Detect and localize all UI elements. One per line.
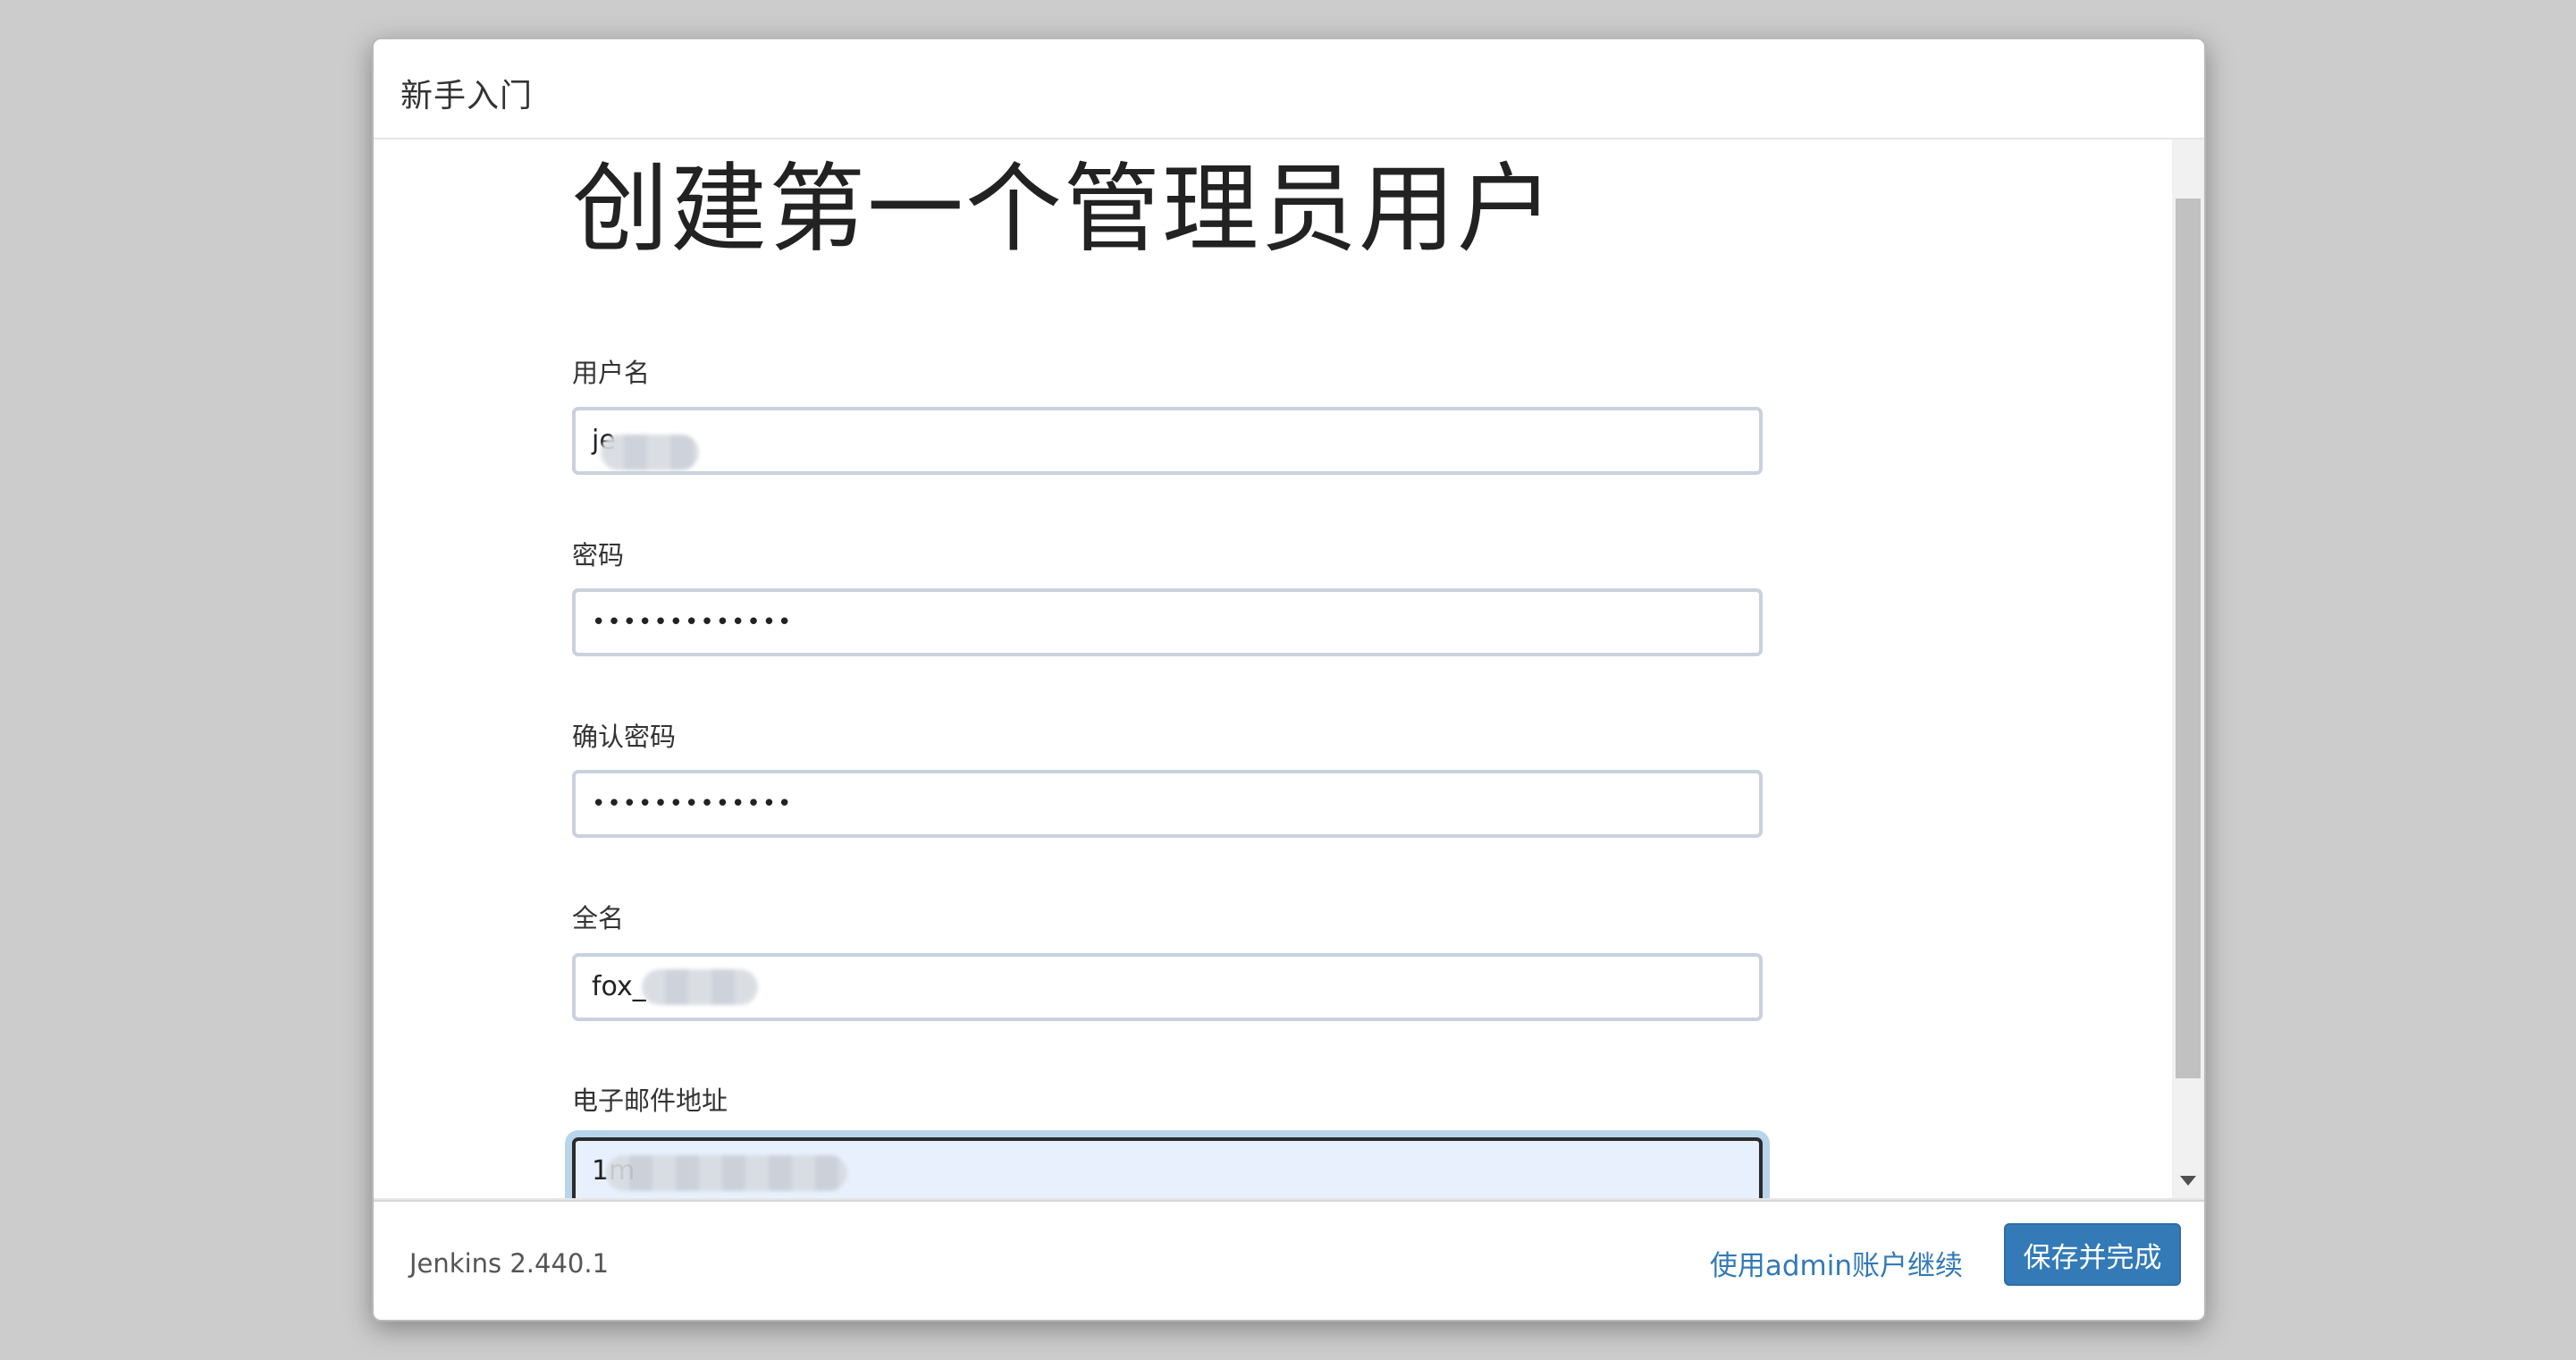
dialog-body[interactable]: 创建第一个管理员用户 用户名 je 密码 ••••••••••••• 确认密码 … — [374, 139, 2174, 1200]
fullname-label: 全名 — [572, 903, 625, 933]
triangle-down-icon[interactable] — [2180, 1176, 2196, 1186]
confirm-password-label: 确认密码 — [572, 722, 677, 752]
dialog-title: 新手入门 — [400, 78, 534, 114]
save-and-finish-button[interactable]: 保存并完成 — [2004, 1223, 2181, 1286]
username-label: 用户名 — [572, 358, 651, 388]
confirm-password-value: ••••••••••••• — [592, 790, 794, 817]
redaction-blur — [601, 435, 699, 470]
setup-wizard-dialog: 新手入门 创建第一个管理员用户 用户名 je 密码 ••••••••••••• … — [372, 38, 2206, 1322]
vertical-scrollbar[interactable] — [2172, 139, 2204, 1200]
page-heading: 创建第一个管理员用户 — [572, 154, 1556, 266]
password-value: ••••••••••••• — [592, 609, 794, 636]
confirm-password-input[interactable]: ••••••••••••• — [572, 770, 1763, 838]
fullname-value: fox_ — [592, 971, 646, 1002]
password-label: 密码 — [572, 540, 625, 570]
dialog-footer: Jenkins 2.440.1 使用admin账户继续 保存并完成 — [374, 1198, 2204, 1320]
continue-as-admin-link[interactable]: 使用admin账户继续 — [1710, 1243, 1963, 1283]
version-label: Jenkins 2.440.1 — [409, 1248, 610, 1279]
email-label: 电子邮件地址 — [572, 1085, 728, 1116]
redaction-blur — [606, 1155, 847, 1191]
password-input[interactable]: ••••••••••••• — [572, 588, 1763, 656]
username-input[interactable]: je — [572, 407, 1763, 475]
redaction-blur — [642, 969, 758, 1005]
scrollbar-thumb[interactable] — [2176, 199, 2201, 1078]
dialog-header: 新手入门 — [374, 39, 2204, 139]
